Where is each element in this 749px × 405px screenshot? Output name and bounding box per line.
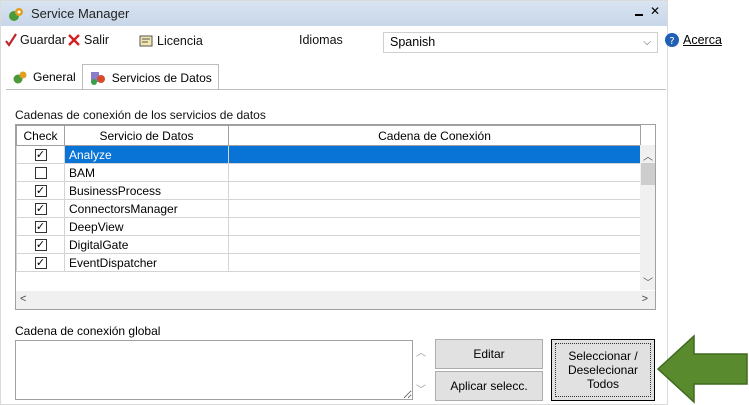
toggle-label-line2: Deselecionar	[567, 363, 639, 377]
connection-string-cell[interactable]	[228, 163, 641, 182]
toggle-label-line1: Seleccionar /	[568, 349, 638, 363]
row-checkbox[interactable]: ✓	[34, 203, 47, 216]
license-label: Licencia	[157, 34, 203, 48]
row-checkbox[interactable]: ✓	[34, 257, 47, 270]
scroll-thumb[interactable]	[641, 163, 655, 185]
row-check-cell: ✓	[16, 181, 65, 200]
chevron-down-icon: ⌵	[643, 37, 651, 48]
table-row[interactable]: BAM	[16, 163, 641, 182]
language-select[interactable]: Spanish ⌵	[383, 32, 658, 53]
connection-string-cell[interactable]	[228, 217, 641, 236]
about-label: Acerca	[683, 33, 722, 47]
global-connection-label: Cadena de conexión global	[15, 324, 161, 338]
global-connection-input[interactable]	[15, 340, 413, 400]
row-check-cell: ✓	[16, 199, 65, 218]
checkmark-icon	[5, 33, 17, 47]
minimize-button[interactable]	[635, 4, 643, 16]
connection-string-cell[interactable]	[228, 145, 641, 164]
service-name-cell[interactable]: BusinessProcess	[64, 181, 229, 200]
tab-strip: General Servicios de Datos	[6, 64, 219, 90]
app-icon	[9, 7, 23, 21]
scroll-down-icon[interactable]: ﹀	[416, 381, 426, 396]
column-header-connection[interactable]: Cadena de Conexión	[228, 125, 641, 146]
languages-label: Idiomas	[299, 33, 343, 47]
tab-data-services[interactable]: Servicios de Datos	[81, 64, 219, 90]
tab-general[interactable]: General	[6, 64, 82, 90]
scroll-left-icon[interactable]: <	[20, 293, 26, 305]
connection-string-cell[interactable]	[228, 199, 641, 218]
window-title: Service Manager	[31, 6, 130, 21]
table-row[interactable]: ✓ DigitalGate	[16, 235, 641, 254]
row-check-cell: ✓	[16, 217, 65, 236]
service-name-cell[interactable]: Analyze	[64, 145, 229, 164]
tab-general-label: General	[33, 70, 76, 84]
service-name-cell[interactable]: BAM	[64, 163, 229, 182]
table-row[interactable]: ✓ DeepView	[16, 217, 641, 236]
connection-string-cell[interactable]	[228, 181, 641, 200]
languages-text: Idiomas	[299, 33, 343, 47]
row-check-cell: ✓	[16, 253, 65, 272]
toggle-label-line3: Todos	[586, 377, 620, 391]
row-check-cell: ✓	[16, 235, 65, 254]
svg-text:?: ?	[669, 36, 674, 47]
connection-string-cell[interactable]	[228, 235, 641, 254]
close-button[interactable]: ✕	[647, 4, 663, 20]
row-check-cell	[16, 163, 65, 182]
scroll-up-icon[interactable]: ︿	[416, 344, 426, 359]
data-services-icon	[90, 71, 105, 85]
global-connection-scrollbar[interactable]: ︿ ﹀	[414, 340, 428, 400]
language-value: Spanish	[390, 35, 436, 49]
close-x-icon	[68, 34, 80, 46]
pointer-arrow-icon	[656, 334, 748, 404]
save-label: Guardar	[20, 33, 66, 47]
services-group-label: Cadenas de conexión de los servicios de …	[15, 108, 266, 122]
tab-divider	[6, 89, 666, 90]
horizontal-scrollbar[interactable]: < >	[16, 291, 655, 309]
service-name-cell[interactable]: DigitalGate	[64, 235, 229, 254]
row-checkbox[interactable]: ✓	[34, 149, 47, 162]
about-button[interactable]: ? Acerca	[664, 32, 722, 48]
exit-button[interactable]: Salir	[67, 33, 109, 47]
license-icon	[139, 35, 153, 47]
column-header-service[interactable]: Servicio de Datos	[64, 125, 229, 146]
help-icon: ?	[665, 33, 679, 47]
service-name-cell[interactable]: ConnectorsManager	[64, 199, 229, 218]
scroll-down-icon[interactable]: ﹀	[643, 274, 653, 289]
service-name-cell[interactable]: EventDispatcher	[64, 253, 229, 272]
row-check-cell: ✓	[16, 145, 65, 164]
connection-string-cell[interactable]	[228, 253, 641, 272]
row-checkbox[interactable]: ✓	[34, 239, 47, 252]
row-checkbox[interactable]: ✓	[34, 185, 47, 198]
table-row[interactable]: ✓ Analyze	[16, 145, 641, 164]
scroll-right-icon[interactable]: >	[642, 293, 648, 305]
column-header-check[interactable]: Check	[16, 125, 65, 146]
select-deselect-all-button[interactable]: Seleccionar / Deselecionar Todos	[551, 339, 655, 401]
title-bar: Service Manager ✕	[1, 1, 667, 26]
table-row[interactable]: ✓ BusinessProcess	[16, 181, 641, 200]
tab-data-services-label: Servicios de Datos	[111, 70, 212, 85]
services-grid: Check Servicio de Datos Cadena de Conexi…	[15, 124, 656, 310]
service-name-cell[interactable]: DeepView	[64, 217, 229, 236]
exit-label: Salir	[84, 33, 110, 47]
scroll-up-icon[interactable]: ︿	[643, 148, 653, 163]
row-checkbox[interactable]: ✓	[34, 221, 47, 234]
table-row[interactable]: ✓ ConnectorsManager	[16, 199, 641, 218]
general-icon	[13, 71, 27, 84]
vertical-scrollbar[interactable]: ︿ ﹀	[640, 145, 655, 290]
save-button[interactable]: Guardar	[5, 33, 66, 47]
row-checkbox[interactable]	[34, 167, 47, 180]
table-row[interactable]: ✓ EventDispatcher	[16, 253, 641, 272]
toolbar: Guardar Salir Licencia Idiomas Spanish ⌵	[1, 29, 667, 55]
apply-selection-button[interactable]: Aplicar selecc.	[435, 371, 543, 401]
license-button[interactable]: Licencia	[138, 33, 203, 49]
edit-button[interactable]: Editar	[435, 339, 543, 369]
